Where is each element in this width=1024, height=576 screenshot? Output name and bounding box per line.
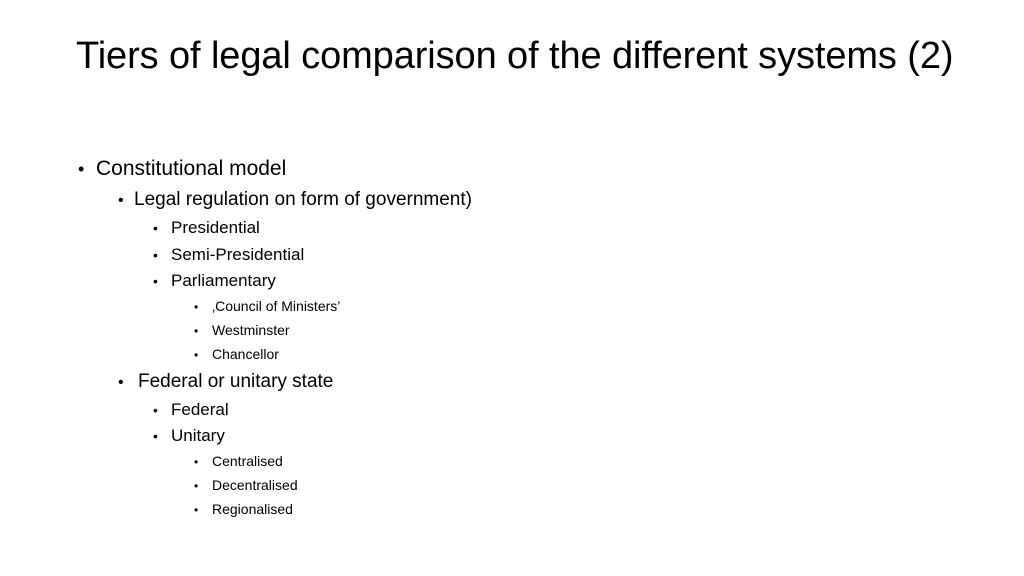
bullet-icon: • xyxy=(153,273,158,289)
outline-item-label: Decentralised xyxy=(212,476,298,493)
bullet-icon: • xyxy=(194,323,199,338)
bullet-icon: • xyxy=(194,478,199,493)
outline-item-label: Federal xyxy=(171,399,229,419)
slide: Tiers of legal comparison of the differe… xyxy=(0,0,1024,576)
bullet-icon: • xyxy=(153,401,158,418)
outline-item-level-3: • Federal xyxy=(0,397,1024,424)
bullet-icon: • xyxy=(194,502,199,517)
outline-item-label: ‚Council of Ministers’ xyxy=(212,297,341,314)
outline-item-level-4: • Centralised xyxy=(0,450,1024,474)
bullet-icon: • xyxy=(153,220,158,236)
outline-item-label: Federal or unitary state xyxy=(138,370,334,392)
bullet-icon: • xyxy=(118,373,124,391)
outline-item-level-3: • Unitary xyxy=(0,423,1024,450)
outline-item-label: Legal regulation on form of government) xyxy=(134,189,472,210)
outline-item-level-2: • Legal regulation on form of government) xyxy=(0,185,1024,215)
outline-item-label: Chancellor xyxy=(212,345,279,362)
outline-item-label: Westminster xyxy=(212,321,290,338)
outline-item-level-4: • Regionalised xyxy=(0,498,1024,522)
outline-item-level-3: • Semi-Presidential xyxy=(0,242,1024,269)
outline-item-label: Unitary xyxy=(171,426,225,445)
outline-item-level-4: • Westminster xyxy=(0,319,1024,343)
outline-item-label: Regionalised xyxy=(212,500,293,517)
outline-item-level-1: • Constitutional model xyxy=(0,153,1024,185)
bullet-icon: • xyxy=(78,159,85,179)
outline-item-level-2: • Federal or unitary state xyxy=(0,367,1024,397)
slide-body-outline: • Constitutional model • Legal regulation o… xyxy=(0,153,1024,522)
outline-item-level-4: • Chancellor xyxy=(0,343,1024,367)
bullet-icon: • xyxy=(153,428,158,444)
bullet-icon: • xyxy=(194,454,199,469)
outline-item-level-3: • Parliamentary xyxy=(0,268,1024,295)
bullet-icon: • xyxy=(153,246,158,263)
outline-item-label: Constitutional model xyxy=(96,157,287,180)
outline-item-label: Presidential xyxy=(171,218,260,237)
outline-item-level-3: • Presidential xyxy=(0,215,1024,242)
slide-title: Tiers of legal comparison of the differe… xyxy=(76,35,954,77)
outline-item-level-4: • Decentralised xyxy=(0,474,1024,498)
bullet-icon: • xyxy=(194,299,199,314)
outline-item-label: Centralised xyxy=(212,452,283,469)
bullet-icon: • xyxy=(118,192,124,209)
outline-item-label: Parliamentary xyxy=(171,271,276,290)
bullet-icon: • xyxy=(194,347,199,362)
outline-item-label: Semi-Presidential xyxy=(171,244,305,264)
outline-item-level-4: • ‚Council of Ministers’ xyxy=(0,295,1024,319)
